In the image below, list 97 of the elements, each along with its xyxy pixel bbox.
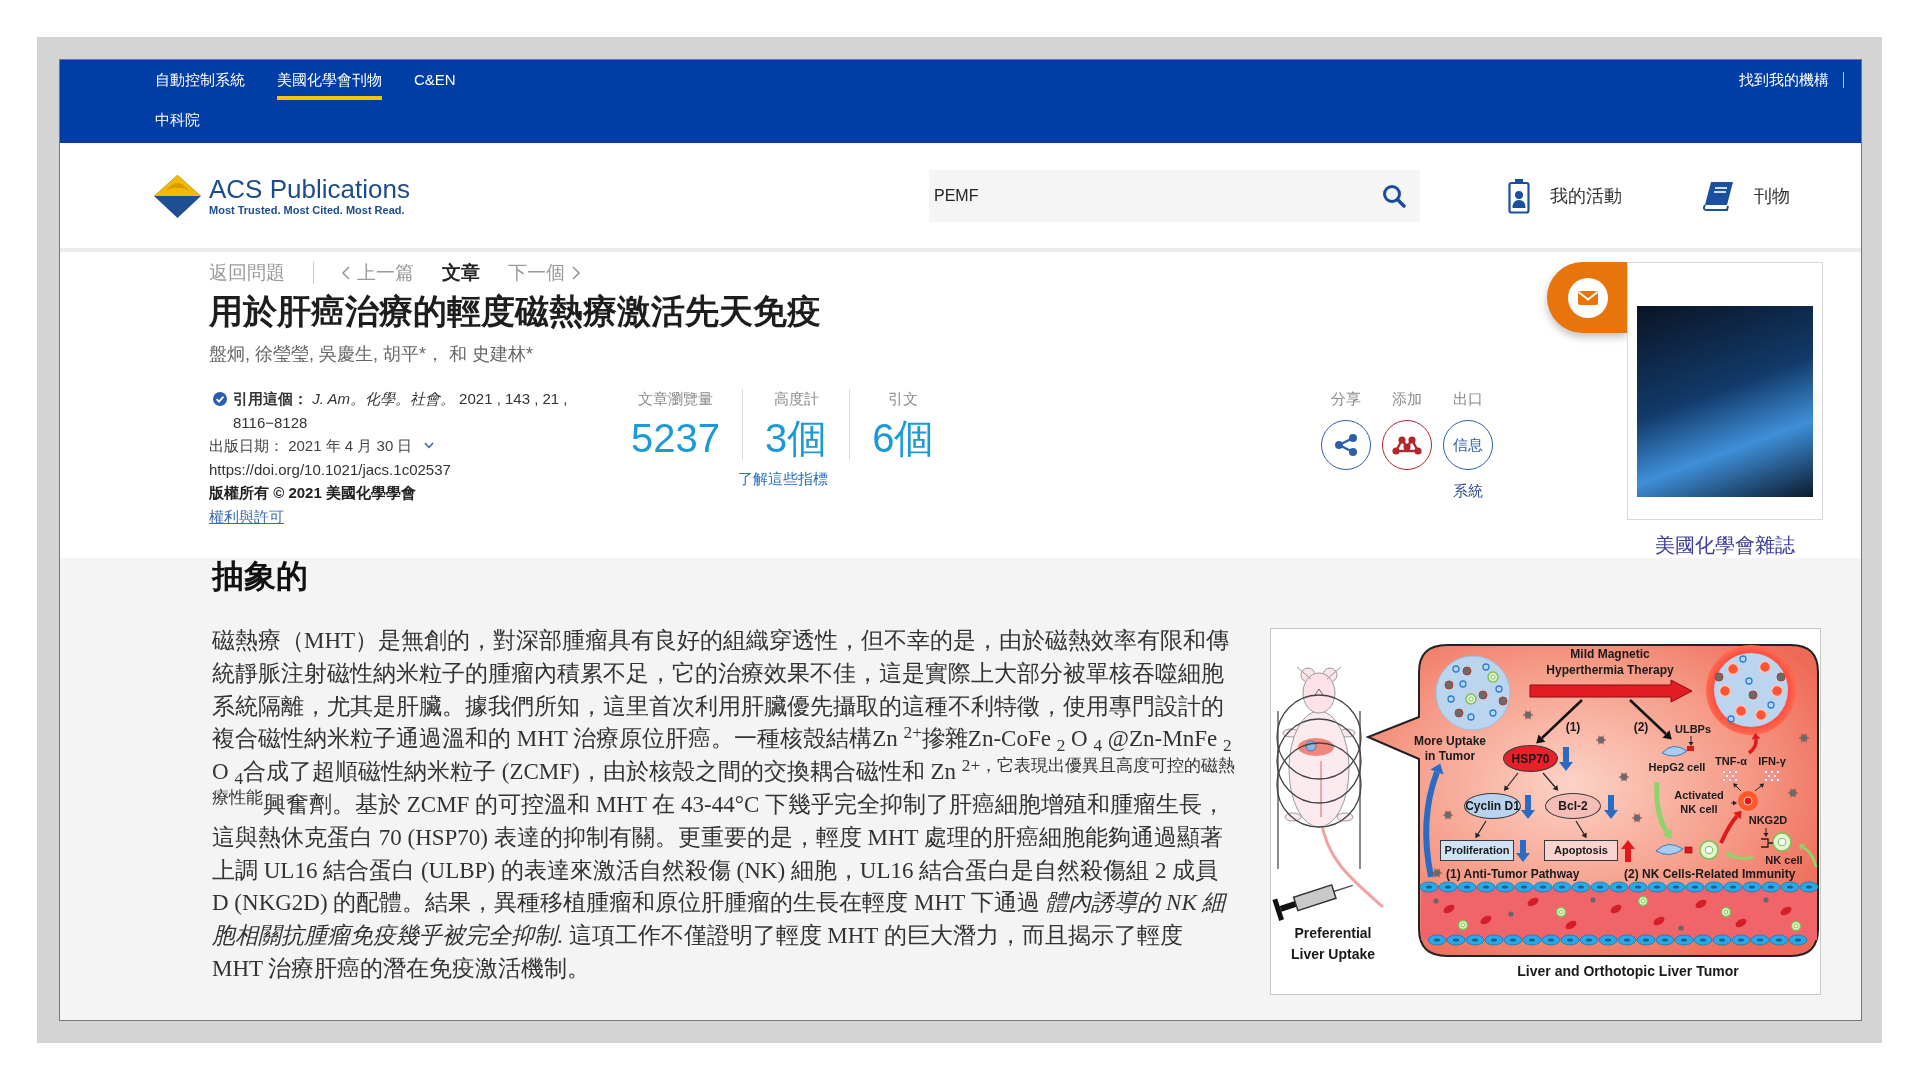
ligand-icon — [1687, 746, 1694, 751]
header-link[interactable]: 刊物 — [1702, 180, 1790, 211]
ligand-label: ULBPs — [1674, 723, 1712, 735]
metric-value: 5237 — [631, 416, 720, 460]
metric-value: 3個 — [765, 416, 828, 460]
figure-label: Preferential Liver Uptake — [1289, 924, 1376, 964]
pathway-arrow — [1629, 699, 1672, 740]
nanoparticle-icon — [1798, 733, 1810, 743]
pathway-label: (2) NK Cells-Related Immunity — [1624, 867, 1796, 881]
cell-label: Activated NK cell — [1673, 788, 1725, 816]
signal-arrow — [1754, 783, 1765, 792]
cytokine-icon — [1764, 770, 1780, 782]
search-bar[interactable]: PEMF — [929, 169, 1420, 222]
nanoparticle-icon — [1595, 735, 1607, 745]
branch-arrow — [1503, 772, 1519, 791]
diamond-emblem-icon — [153, 172, 202, 219]
curved-arrow — [1725, 851, 1754, 861]
branch-arrow — [1575, 820, 1587, 839]
nanoparticle-icon — [1442, 810, 1454, 820]
export-button[interactable]: 信息 — [1443, 420, 1493, 470]
outcome-node: Proliferation — [1440, 840, 1514, 861]
signal-arrow — [1763, 827, 1769, 837]
nanoparticle-icon — [1618, 772, 1630, 782]
tumor-cell-icon — [1655, 844, 1684, 856]
share-button[interactable] — [1321, 420, 1371, 470]
uptake-label: More Uptake in Tumor — [1413, 734, 1487, 764]
share-icon — [1334, 433, 1358, 457]
email-alert-button[interactable] — [1547, 262, 1627, 333]
metrics-link[interactable]: 了解這些指標 — [737, 469, 828, 489]
action-label: 出口 — [1453, 389, 1483, 409]
tumor-cell-icon — [1661, 746, 1688, 757]
cytokine-icon — [1722, 770, 1738, 782]
header-link[interactable]: 我的活動 — [1508, 177, 1622, 214]
signal-arrow — [1688, 735, 1694, 746]
nav-tab[interactable]: 自動控制系統 — [155, 70, 245, 100]
nanoparticle-icon — [1431, 868, 1443, 878]
copyright-text: 版權所有 © 2021 美國化學學會 — [209, 483, 416, 503]
citation-text: 引用這個： J. Am。化學。社會。 2021 , 143 , 21 , 8116−8128 — [233, 389, 569, 433]
nav-tab[interactable]: C&EN — [414, 70, 456, 100]
receptor-label: NKG2D — [1748, 814, 1788, 827]
curved-arrow — [1719, 810, 1742, 844]
pathway-arrow — [1536, 699, 1583, 744]
pathway-label: (1) Anti-Tumor Pathway — [1446, 867, 1580, 881]
curved-arrow — [1747, 733, 1761, 755]
action-label: 分享 — [1331, 389, 1361, 409]
chevron-down-icon[interactable] — [424, 442, 435, 450]
metric-label: 文章瀏覽量 — [638, 389, 713, 409]
activated-nk-cell-icon — [1738, 791, 1758, 811]
chevron-left-icon — [342, 266, 350, 280]
cytokine-label: IFN-γ — [1758, 755, 1786, 768]
metric-label: 引文 — [888, 389, 919, 409]
outcome-node: Apoptosis — [1544, 840, 1618, 861]
journal-link[interactable]: 美國化學會雜誌 — [1655, 532, 1795, 558]
therapy-label: Mild Magnetic Hyperthermia Therapy — [1545, 646, 1675, 678]
abstract-text: 磁熱療（MHT）是無創的，對深部腫瘤具有良好的組織穿透性，但不幸的是，由於磁熱效率有限和傳統靜脈注射磁性納米粒子的腫瘤內積累不足，它的治療效果不佳，這是實際上大部分被單核吞噬細胞系統隔離，尤其是肝臟。據我們所知，這里首次利用肝臟優先攝取的這種不利特徵，使用專門設計的複合磁性納米粒子通過溫和的 MHT 治療原位肝癌。一種核殼結構Zn $^{2+}$摻雜Zn-CoFe $_{2}$ O $_{4}$ @Zn-MnFe $_{2}$ O $_{4}$合成了超順磁性納米粒子 (ZCMF)，由於核殼之間的交換耦合磁性和 Zn $^{2+，它表現出優異且高度可控的磁熱}$$^{療性能}$興奮劑。基於 ZCMF 的可控溫和 MHT 在 43-44°C 下幾乎完全抑制了肝癌細胞增殖和腫瘤生長，這與熱休克蛋白 70 (HSP70) 表達的抑制有關。更重要的是，輕度 MHT 處理的肝癌細胞能夠通過顯著上調 UL16 結合蛋白 (ULBP) 的表達來激活自然殺傷 (NK) 細胞，UL16 結合蛋白是自然殺傷組 2 成員 D (NKG2D) 的配體。結果，異種移植腫瘤和原位肝腫瘤的生長在輕度 MHT 下通過 體內誘導的 NK 細胞相關抗腫瘤免疫幾乎被完全抑制. 這項工作不僅證明了輕度 MHT 的巨大潛力，而且揭示了輕度 MHT 治療肝癌的潛在免疫激活機制。 — [212, 627, 1237, 983]
branch-arrow — [1542, 772, 1559, 791]
metric-label: 高度計 — [773, 389, 819, 409]
ligand-icon — [1684, 846, 1693, 854]
logo-tagline: Most Trusted. Most Cited. Most Read. — [209, 202, 405, 217]
action-label: 添加 — [1392, 389, 1422, 409]
cell-label: NK cell — [1765, 854, 1803, 866]
chevron-right-icon — [572, 266, 580, 280]
cell-label: HepG2 cell — [1648, 761, 1706, 774]
add-button[interactable] — [1382, 420, 1432, 470]
article-title: 用於肝癌治療的輕度磁熱療激活先天免疫 — [209, 291, 821, 331]
id-badge-icon — [1508, 177, 1530, 214]
nav-link[interactable]: 找到我的機構 — [1739, 70, 1829, 90]
cytokine-label: TNF-α — [1715, 755, 1747, 768]
logo-text: ACS Publications — [209, 174, 410, 203]
branch-label: (1) — [1565, 720, 1581, 734]
author-list: 盤炯, 徐瑩瑩, 吳慶生, 胡平*， 和 史建林* — [209, 342, 534, 366]
search-field[interactable]: PEMF — [934, 183, 1372, 208]
branch-arrow — [1475, 820, 1487, 839]
figure-caption: Liver and Orthotopic Liver Tumor — [1517, 962, 1739, 980]
doi-link[interactable]: https://doi.org/10.1021/jacs.1c02537 — [209, 457, 451, 481]
breadcrumb-link[interactable]: 文章 — [442, 261, 480, 285]
metric-value: 6個 — [872, 416, 935, 460]
curved-arrow — [1654, 781, 1672, 839]
envelope-icon — [1568, 277, 1608, 318]
receptor-icon — [1760, 838, 1774, 848]
connected-dots-icon — [1392, 435, 1422, 455]
permissions-link[interactable]: 權利與許可 — [209, 504, 284, 528]
nk-cell-icon — [1699, 840, 1719, 860]
section-heading: 抽象的 — [212, 558, 308, 594]
signal-arrow — [1730, 800, 1737, 806]
nanoparticle-icon — [1787, 788, 1799, 798]
check-circle-icon — [213, 392, 227, 406]
publication-date: 出版日期： 2021 年 4 月 30 日 — [209, 436, 413, 456]
book-icon — [1702, 180, 1734, 211]
nk-cell-icon — [1772, 832, 1792, 852]
branch-label: (2) — [1633, 720, 1649, 734]
nanoparticle-icon — [1522, 710, 1534, 720]
action-caption[interactable]: 系統 — [1453, 481, 1483, 501]
nav-tab[interactable]: 美國化學會刊物 — [277, 70, 382, 100]
search-icon[interactable] — [1382, 183, 1406, 208]
nanoparticle-icon — [1631, 813, 1643, 823]
nav-link[interactable]: 中科院 — [155, 110, 200, 130]
